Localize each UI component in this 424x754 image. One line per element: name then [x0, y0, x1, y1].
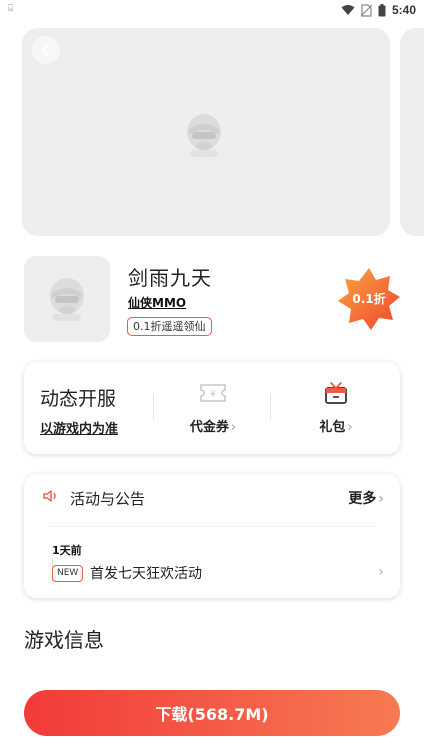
banner-placeholder-icon	[184, 112, 224, 158]
divider	[270, 394, 271, 420]
speaker-icon	[43, 490, 56, 502]
voucher-label: 代金券	[189, 420, 229, 435]
status-icons: 5:40	[341, 2, 416, 18]
chevron-right-icon[interactable]: ›	[378, 564, 384, 580]
banner-next-peek[interactable]	[400, 28, 424, 236]
server-title: 动态开服	[40, 388, 117, 410]
divider	[153, 394, 154, 420]
no-sim-icon	[360, 3, 372, 17]
chevron-right-icon: ›	[230, 420, 237, 435]
chevron-left-icon	[42, 44, 49, 56]
clock: 5:40	[391, 3, 416, 17]
gift-box-icon	[325, 382, 347, 404]
server-subtitle: 以游戏内为准	[40, 422, 119, 437]
section-game-info: 游戏信息	[24, 628, 104, 652]
battery-icon	[378, 3, 386, 16]
new-badge: NEW	[52, 565, 84, 582]
more-label: 更多	[348, 491, 377, 507]
status-bar: ⌸ 5:40	[0, 0, 424, 22]
game-icon-placeholder	[47, 276, 87, 322]
download-label: 下载(568.7M)	[155, 705, 269, 724]
download-button[interactable]: 下载(568.7M)	[24, 690, 400, 736]
gift-label: 礼包	[319, 420, 346, 435]
wifi-icon	[341, 5, 355, 15]
discount-chip: 0.1折遥遥领仙	[127, 317, 212, 336]
news-item-time: 1天前	[52, 542, 82, 558]
game-title: 剑雨九天	[128, 266, 212, 290]
news-item[interactable]: 首发七天狂欢活动	[90, 563, 202, 583]
back-button[interactable]	[32, 36, 60, 64]
discount-badge-label: 0.1折	[352, 292, 386, 306]
gift-button[interactable]: 礼包 ›	[301, 380, 371, 435]
more-link[interactable]: 更多 ›	[348, 488, 384, 508]
svg-text:¥: ¥	[210, 390, 216, 400]
server-card: 动态开服 以游戏内为准 ¥ 代金券 › 礼包 ›	[24, 362, 400, 454]
chevron-right-icon: ›	[347, 420, 353, 435]
voucher-icon: ¥	[200, 384, 226, 402]
chevron-right-icon: ›	[378, 491, 384, 507]
game-genre-tag: 仙侠MMO	[128, 296, 187, 310]
sim-indicator: ⌸	[8, 4, 14, 14]
news-card: 活动与公告 更多 › 1天前 NEW 首发七天狂欢活动 ›	[24, 474, 400, 598]
divider	[48, 526, 376, 527]
news-title: 活动与公告	[70, 490, 146, 508]
voucher-button[interactable]: ¥ 代金券 ›	[178, 380, 248, 435]
